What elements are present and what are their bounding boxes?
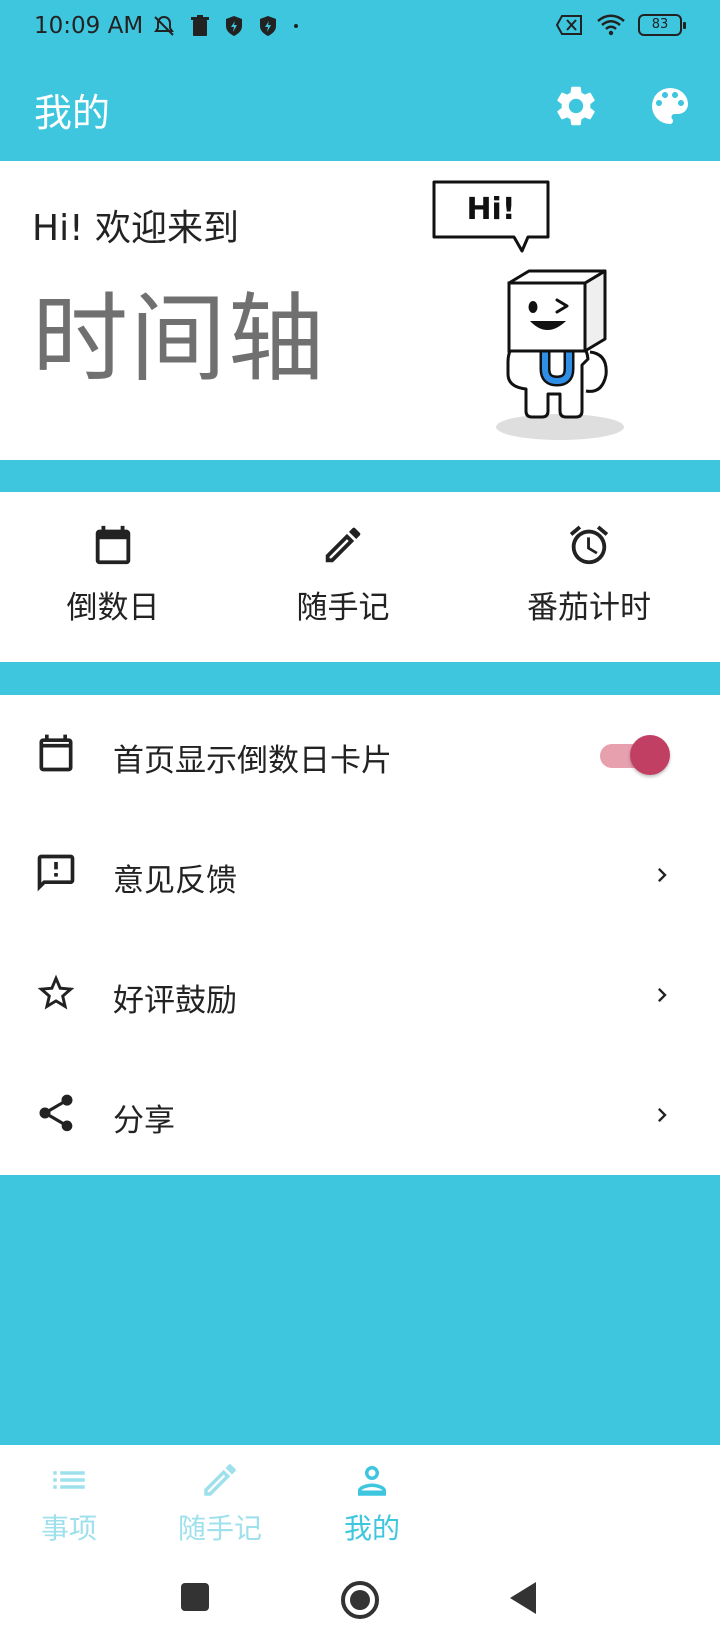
setting-label: 意见反馈 [113, 863, 237, 899]
shield-icon [260, 16, 276, 36]
quick-action-label: 倒数日 [66, 590, 160, 626]
welcome-greeting: Hi! 欢迎来到 [32, 208, 239, 249]
countdown-card-toggle[interactable] [596, 735, 670, 775]
list-icon [53, 1471, 85, 1489]
app-name: 时间轴 [32, 283, 326, 395]
calendar-icon [39, 734, 73, 772]
status-time: 10:09 AM [34, 13, 144, 39]
setting-row-rate[interactable]: 好评鼓励 [0, 935, 720, 1055]
recents-icon[interactable] [180, 1582, 210, 1612]
alarm-icon [569, 525, 609, 565]
nav-label: 随手记 [177, 1512, 262, 1545]
shield-icon [226, 16, 242, 36]
sim-off-icon [556, 15, 582, 35]
mascot-illustration: Hi! [432, 180, 624, 440]
nav-label: 我的 [343, 1512, 400, 1545]
toggle-thumb [630, 735, 670, 775]
home-icon[interactable] [340, 1580, 380, 1620]
gear-icon[interactable] [552, 82, 600, 130]
setting-label: 好评鼓励 [113, 983, 237, 1019]
chevron-right-icon [658, 988, 667, 1002]
battery-icon: 83 [638, 14, 686, 36]
setting-row-feedback[interactable]: 意见反馈 [0, 815, 720, 935]
calendar-icon [95, 525, 131, 565]
pencil-icon [325, 527, 361, 563]
palette-icon[interactable] [646, 82, 694, 130]
speech-bubble-text: Hi! [466, 192, 515, 227]
nav-tab-profile[interactable]: 我的 [312, 1459, 432, 1547]
setting-row-countdown-card[interactable]: 首页显示倒数日卡片 [0, 695, 720, 815]
star-icon [37, 974, 75, 1010]
chevron-right-icon [658, 1108, 667, 1122]
feedback-icon [37, 854, 75, 892]
trash-icon [191, 15, 209, 36]
bottom-navigation: 事项 随手记 我的 [0, 1445, 720, 1550]
status-icons-right: 83 [556, 14, 686, 36]
wifi-icon [597, 14, 625, 36]
person-icon [358, 1466, 386, 1496]
quick-action-pomodoro[interactable]: 番茄计时 [489, 522, 689, 627]
quick-action-countdown[interactable]: 倒数日 [13, 522, 213, 627]
welcome-card: Hi! 欢迎来到 时间轴 Hi! [0, 161, 720, 460]
mute-icon [154, 15, 174, 36]
share-icon [39, 1094, 73, 1132]
system-navigation-bar [0, 1550, 720, 1650]
nav-tab-notes[interactable]: 随手记 [160, 1459, 280, 1547]
pencil-icon [204, 1464, 236, 1496]
nav-label: 事项 [40, 1512, 97, 1545]
status-bar: 10:09 AM 83 [0, 0, 720, 54]
status-icons-left [152, 14, 300, 38]
battery-level: 83 [651, 17, 669, 32]
back-icon[interactable] [508, 1580, 538, 1616]
page-title: 我的 [34, 91, 111, 135]
chevron-right-icon [658, 868, 667, 882]
app-bar: 我的 [0, 54, 720, 161]
dot-icon [294, 24, 298, 28]
quick-action-notes[interactable]: 随手记 [243, 522, 443, 627]
nav-tab-items[interactable]: 事项 [9, 1459, 129, 1547]
setting-row-share[interactable]: 分享 [0, 1055, 720, 1175]
quick-action-label: 随手记 [296, 590, 390, 626]
settings-list: 首页显示倒数日卡片 意见反馈 好评鼓励 分享 [0, 695, 720, 1175]
quick-action-label: 番茄计时 [527, 590, 651, 626]
setting-label: 分享 [113, 1103, 175, 1139]
setting-label: 首页显示倒数日卡片 [113, 743, 392, 779]
quick-actions: 倒数日 随手记 番茄计时 [0, 492, 720, 662]
